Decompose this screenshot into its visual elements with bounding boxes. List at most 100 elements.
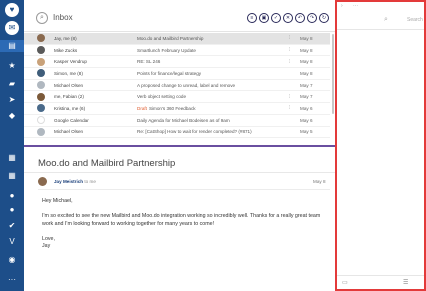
row-date: May 8 xyxy=(300,35,313,41)
avatar xyxy=(37,81,45,90)
toolbar-buttons: ≡ ▣ ✓ ✕ ↶ ↷ ↻ xyxy=(247,13,329,23)
row-subject: Smartlunch February Update xyxy=(137,48,196,53)
row-sender: Jay, me (8) xyxy=(54,35,77,41)
divider xyxy=(38,189,330,190)
message-subject: Moo.do and Mailbird Partnership xyxy=(38,158,176,169)
folder-icon[interactable]: ▭ xyxy=(342,279,348,286)
row-subject: Verb object setting code xyxy=(137,94,186,99)
row-subject: A proposed change to unread, label and r… xyxy=(137,83,235,88)
row-sender: Simon, me (8) xyxy=(54,70,83,76)
row-subject: RE: SL 246 xyxy=(137,59,160,64)
body-paragraph: Love, Jay xyxy=(42,235,55,250)
avatar xyxy=(37,57,45,66)
divider xyxy=(24,172,335,173)
whatsapp-icon[interactable]: ◉ xyxy=(0,254,24,266)
notes-footer: ▭ ☰ xyxy=(337,275,424,289)
message-row[interactable]: Jay, me (8) Moo.do and Mailbird Partnersh… xyxy=(24,33,330,45)
sender-line: Jay Meistrich to me xyxy=(54,179,96,184)
attachment-icon: ⫶ xyxy=(289,93,291,100)
row-sender: Mike Zucks xyxy=(54,47,78,53)
row-date: May 7 xyxy=(300,82,313,88)
bubble-icon[interactable]: ● xyxy=(0,204,24,216)
reply-icon[interactable]: ↶ xyxy=(295,13,305,23)
search-icon[interactable]: ⌕ xyxy=(384,16,388,24)
more-icon[interactable]: ··· xyxy=(0,274,24,286)
row-subject: Daily Agenda for Michael Bodeisen as of … xyxy=(137,118,230,123)
row-date: May 5 xyxy=(300,129,313,135)
sender-name[interactable]: Jay Meistrich xyxy=(54,179,83,184)
message-row[interactable]: Michael Olsen Re: [CatShop] How to wait f… xyxy=(24,127,330,139)
vine-icon[interactable]: V xyxy=(0,236,24,248)
notes-toolbar: › ··· ⌕ Search xyxy=(337,2,424,30)
row-date: May 6 xyxy=(300,105,313,111)
row-subject: Points for finance/legal strategy xyxy=(137,71,201,76)
list-icon[interactable]: ≡ xyxy=(247,13,257,23)
star-icon[interactable]: ★ xyxy=(0,60,24,72)
attachment-icon: ⫶ xyxy=(289,35,291,42)
folder-icon[interactable]: ▰ xyxy=(0,78,24,90)
search-icon[interactable]: ⌕ xyxy=(36,12,48,24)
row-subject: Re: [CatShop] How to wait for render com… xyxy=(137,129,252,134)
recipient-label: to me xyxy=(84,179,96,184)
row-sender: Michael Olsen xyxy=(54,82,84,88)
avatar xyxy=(37,92,45,101)
notes-pane: › ··· ⌕ Search Follow-up on Emails:Partn… xyxy=(335,0,426,291)
avatar xyxy=(37,34,45,43)
inbox-icon[interactable]: ▤ xyxy=(0,40,24,52)
row-subject-text: Smartlunch February Update xyxy=(137,47,196,53)
heart-icon[interactable]: ♥ xyxy=(0,3,24,17)
row-date: May 6 xyxy=(300,117,313,123)
list-icon[interactable]: ☰ xyxy=(403,279,408,286)
body-paragraph: Hey Michael, xyxy=(42,198,73,204)
grid-icon[interactable]: ▦ xyxy=(0,170,24,182)
row-subject-text: Points for finance/legal strategy xyxy=(137,70,202,76)
collapse-icon[interactable]: › xyxy=(341,3,343,9)
forward-icon[interactable]: ↷ xyxy=(307,13,317,23)
refresh-icon[interactable]: ↻ xyxy=(319,13,329,23)
reading-pane: Moo.do and Mailbird Partnership Jay Meis… xyxy=(24,149,335,291)
envelope-icon[interactable]: ✉ xyxy=(0,21,24,35)
check-circle-icon[interactable]: ✓ xyxy=(271,13,281,23)
row-subject: Moo.do and Mailbird Partnership xyxy=(137,36,203,41)
row-subject-text: A proposed change to unread, label and r… xyxy=(137,82,236,88)
more-icon[interactable]: ··· xyxy=(353,3,358,9)
draft-label: Draft xyxy=(137,105,147,111)
app-sidebar: ♥ ✉ ▤ ★ ▰ ➤ ◆ ▦ ▦ ● ● ✔ V ◉ ··· xyxy=(0,0,24,291)
row-subject-text: RE: SL 246 xyxy=(137,59,161,65)
row-subject-text: Re: [CatShop] How to wait for render com… xyxy=(137,129,252,135)
delete-icon[interactable]: ✕ xyxy=(283,13,293,23)
row-subject: Draft Simon's 360 Feedback xyxy=(137,106,196,111)
avatar xyxy=(37,104,45,113)
message-row[interactable]: Simon, me (8) Points for finance/legal st… xyxy=(24,68,330,80)
message-date: May 8 xyxy=(313,179,326,184)
list-toolbar: ⌕ Inbox ≡ ▣ ✓ ✕ ↶ ↷ ↻ xyxy=(24,0,335,32)
chat-icon[interactable]: ● xyxy=(0,190,24,202)
row-sender: Kristina, me (6) xyxy=(54,105,86,111)
calendar-icon[interactable]: ▦ xyxy=(0,152,24,164)
notes-search-input[interactable]: Search xyxy=(407,17,423,23)
list-scrollbar[interactable] xyxy=(332,34,334,114)
avatar xyxy=(37,116,45,125)
check-icon[interactable]: ✔ xyxy=(0,220,24,232)
message-body: Hey Michael, I'm so excited to see the ne… xyxy=(42,198,327,258)
message-row[interactable]: Mike Zucks Smartlunch February Update ⫶ May… xyxy=(24,45,330,57)
message-row[interactable]: Michael Olsen A proposed change to unread… xyxy=(24,80,330,92)
avatar xyxy=(37,46,45,55)
folder-title: Inbox xyxy=(53,13,73,22)
message-row[interactable]: me, Fabian (2) Verb object setting code ⫶ M… xyxy=(24,91,330,104)
avatar[interactable] xyxy=(38,177,47,186)
send-icon[interactable]: ➤ xyxy=(0,94,24,106)
message-row[interactable]: Kasper Vendrup RE: SL 246 ⫶ May 8 xyxy=(24,56,330,69)
message-list: Jay, me (8) Moo.do and Mailbird Partnersh… xyxy=(24,33,330,139)
row-subject-text: Daily Agenda for Michael Bodeisen as of … xyxy=(137,117,230,123)
avatar xyxy=(37,69,45,78)
row-sender: Michael Olsen xyxy=(54,129,84,135)
row-subject-text: Simon's 360 Feedback xyxy=(148,105,196,111)
message-row[interactable]: Kristina, me (6) Draft Simon's 360 Feedbac… xyxy=(24,103,330,115)
archive-icon[interactable]: ▣ xyxy=(259,13,269,23)
row-date: May 7 xyxy=(300,94,313,100)
tag-icon[interactable]: ◆ xyxy=(0,110,24,122)
row-subject-text: Moo.do and Mailbird Partnership xyxy=(137,35,204,41)
avatar xyxy=(37,127,45,136)
message-row[interactable]: Google Calendar Daily Agenda for Michael … xyxy=(24,115,330,127)
